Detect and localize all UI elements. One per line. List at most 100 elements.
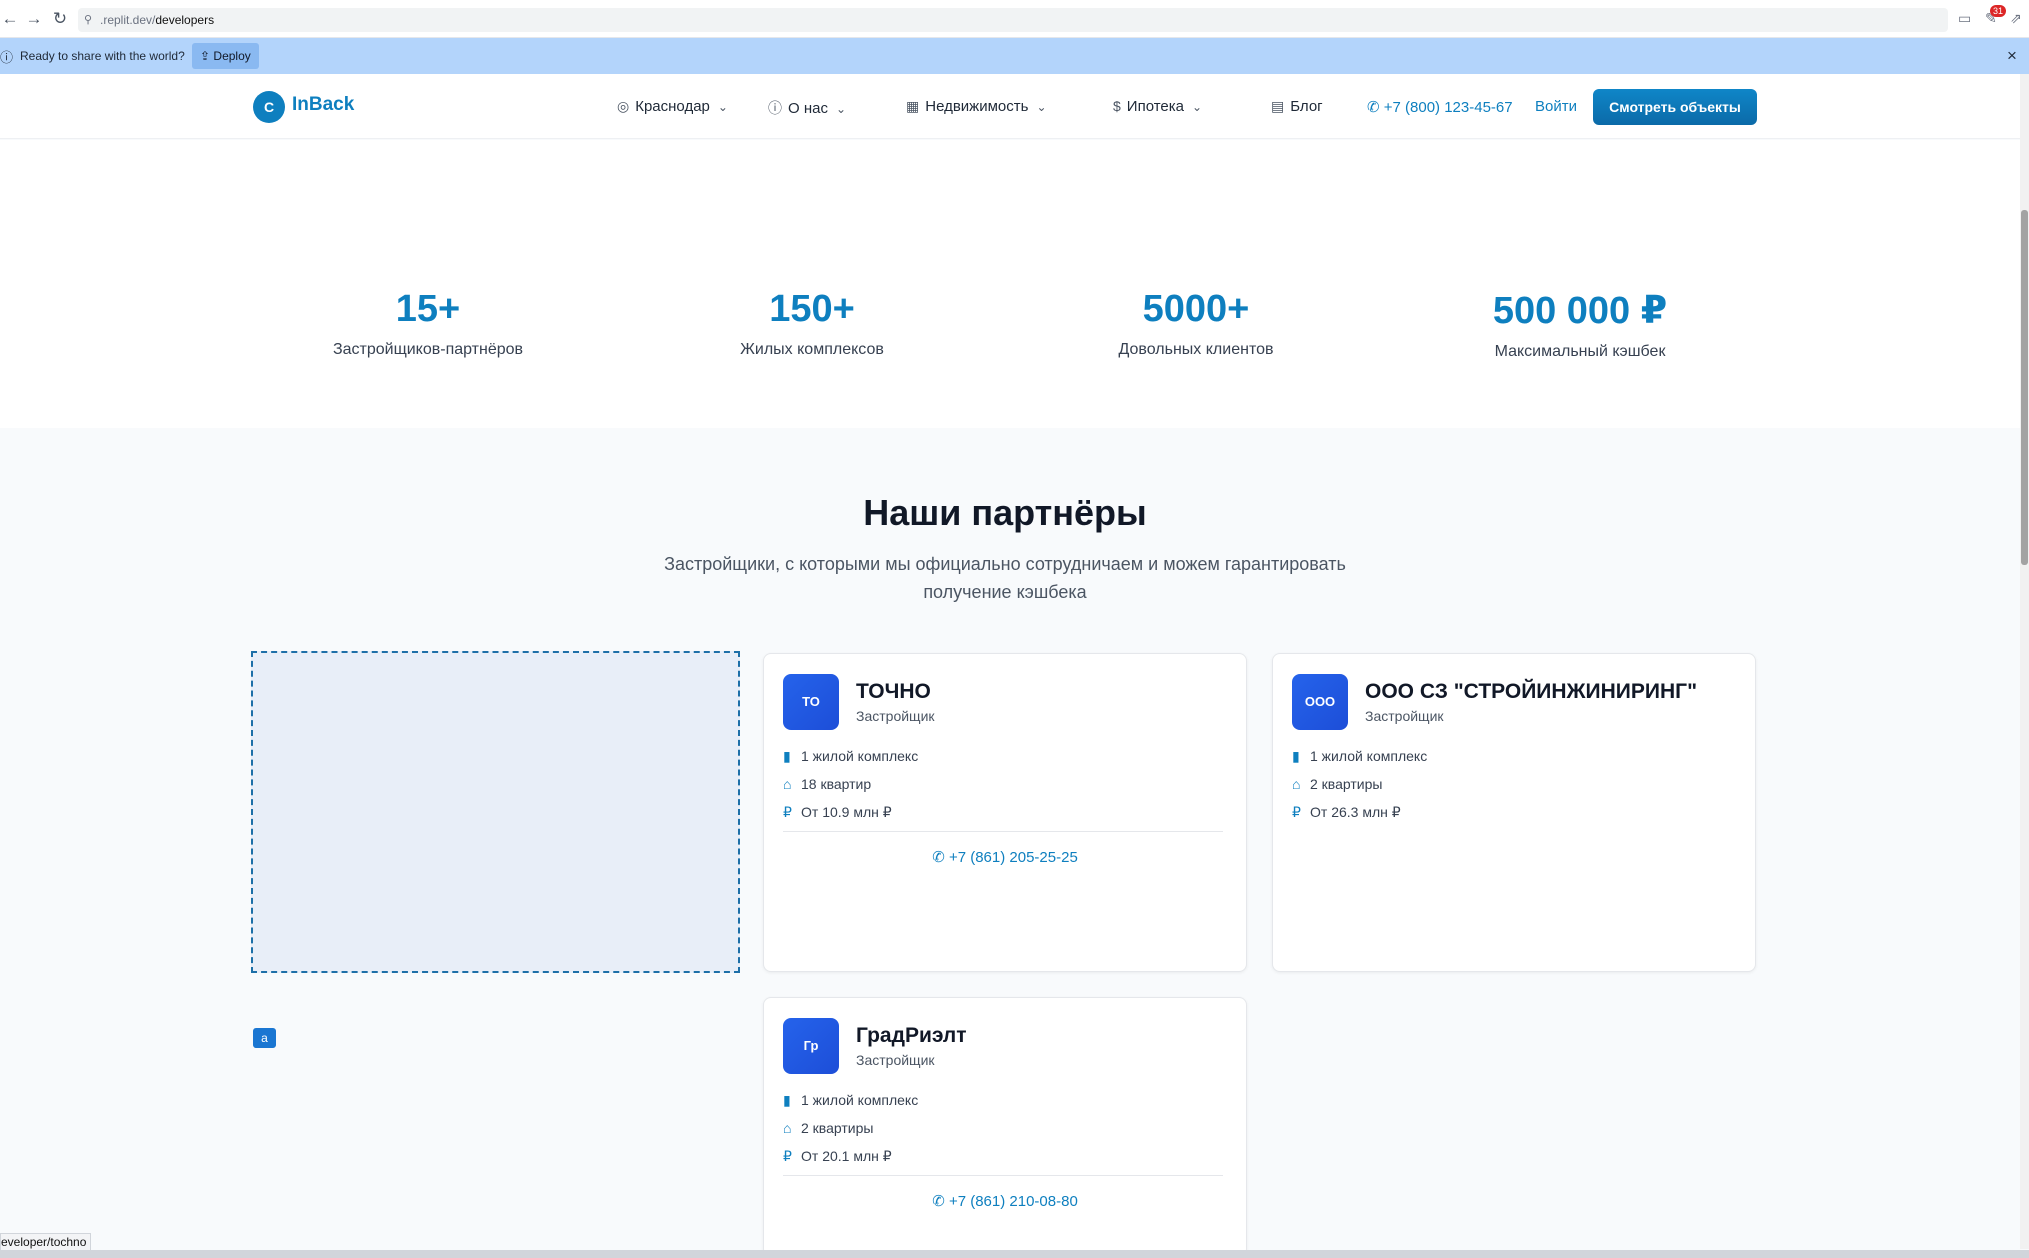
scrollbar-thumb[interactable] — [2021, 210, 2028, 565]
card-divider — [783, 1175, 1223, 1176]
partner-card[interactable]: Гр ГрадРиэлт Застройщик ▮ 1 жилой комплек… — [763, 997, 1247, 1257]
partner-complexes: ▮ 1 жилой комплекс — [1292, 748, 1427, 765]
deploy-label: Deploy — [213, 49, 251, 63]
site-info-icon[interactable]: ⚲ — [84, 8, 92, 32]
header-phone-number: +7 (800) 123-45-67 — [1383, 99, 1513, 116]
map-pin-icon: ◎ — [617, 98, 630, 114]
partner-flats: ⌂ 2 квартиры — [1292, 776, 1382, 792]
nav-mortgage[interactable]: $ Ипотека ⌄ — [1113, 98, 1202, 115]
partner-phone: +7 (861) 205-25-25 — [948, 849, 1078, 866]
dollar-icon: $ — [1113, 98, 1121, 114]
complexes-text: 1 жилой комплекс — [801, 748, 919, 764]
building-icon: ▮ — [1292, 748, 1300, 764]
partner-name[interactable]: ООО СЗ "СТРОЙИНЖИНИРИНГ" — [1365, 680, 1697, 704]
partner-price: ₽ От 10.9 млн ₽ — [783, 804, 892, 821]
partners-title: Наши партнёры — [863, 492, 1147, 533]
partners-subtitle: Застройщики, с которыми мы официально со… — [664, 554, 1346, 602]
partner-name[interactable]: ТОЧНО — [856, 680, 931, 704]
ruble-icon: ₽ — [783, 1148, 792, 1164]
partner-complexes: ▮ 1 жилой комплекс — [783, 748, 918, 765]
partner-avatar: ТО — [783, 674, 839, 730]
nav-mortgage-label: Ипотека — [1126, 98, 1184, 115]
complexes-text: 1 жилой комплекс — [801, 1092, 919, 1108]
chevron-down-icon: ⌄ — [1036, 100, 1047, 114]
back-icon[interactable]: ← — [0, 9, 20, 29]
deploy-notice-bar: ⓘ Ready to share with the world? ⇪ Deplo… — [0, 38, 2029, 74]
complexes-text: 1 жилой комплекс — [1310, 748, 1428, 764]
phone-icon: ✆ — [932, 1193, 945, 1210]
notice-text: Ready to share with the world? — [20, 49, 185, 63]
price-text: От 26.3 млн ₽ — [1310, 804, 1401, 820]
url-prefix: .replit.dev/ — [100, 13, 156, 27]
blog-icon: ▤ — [1271, 98, 1285, 114]
stat-item: 15+ Застройщиков-партнёров — [278, 288, 578, 359]
nav-blog-label: Блог — [1290, 98, 1323, 115]
chevron-down-icon: ⌄ — [835, 102, 847, 116]
url-path: developers — [155, 13, 215, 27]
nav-city-label: Краснодар — [635, 98, 710, 115]
partner-flats: ⌂ 18 квартир — [783, 776, 871, 792]
nav-realty[interactable]: ▦ Недвижимость ⌄ — [906, 98, 1047, 115]
stat-item: 500 000 ₽ Максимальный кэшбек — [1430, 288, 1730, 361]
stat-item: 150+ Жилых комплексов — [662, 288, 962, 359]
nav-realty-label: Недвижимость — [925, 98, 1029, 115]
partner-role: Застройщик — [1365, 708, 1444, 724]
building-icon: ▮ — [783, 748, 791, 764]
deploy-button[interactable]: ⇪ Deploy — [192, 43, 259, 69]
status-bar-url: eveloper/tochno — [0, 1233, 92, 1251]
price-text: От 20.1 млн ₽ — [801, 1148, 892, 1164]
cast-icon[interactable]: ▭ — [1958, 10, 1971, 27]
view-objects-button[interactable]: Смотреть объекты — [1593, 89, 1757, 125]
partner-card[interactable]: ООО ООО СЗ "СТРОЙИНЖИНИРИНГ" Застройщик … — [1272, 653, 1756, 972]
stat-value: 5000+ — [1142, 288, 1250, 330]
nav-about-label: О нас — [788, 100, 828, 117]
stat-value: 150+ — [769, 288, 855, 330]
home-icon: ⌂ — [1292, 776, 1301, 792]
ruble-icon: ₽ — [783, 804, 792, 820]
partner-price: ₽ От 26.3 млн ₽ — [1292, 804, 1401, 821]
nav-blog[interactable]: ▤ Блог — [1271, 98, 1323, 115]
browser-toolbar: ← → ↻ ⚲ .replit.dev/developers ▭ ✎ 31 ⇗ — [0, 0, 2029, 38]
partner-complexes: ▮ 1 жилой комплекс — [783, 1092, 918, 1109]
partner-price: ₽ От 20.1 млн ₽ — [783, 1148, 892, 1165]
logo-text[interactable]: InBack — [292, 94, 354, 116]
small-badge[interactable]: a — [253, 1028, 276, 1048]
flats-text: 18 квартир — [801, 776, 872, 792]
partner-avatar: ООО — [1292, 674, 1348, 730]
site-header: C InBack ◎ Краснодар ⌄ ⓘ О нас ⌄ ▦ Недвижимос… — [0, 74, 2020, 139]
drop-zone-placeholder[interactable] — [251, 651, 740, 973]
info-icon: ⓘ — [768, 100, 782, 116]
header-phone-link[interactable]: ✆ +7 (800) 123-45-67 — [1367, 98, 1513, 116]
logo-icon[interactable]: C — [253, 91, 285, 123]
chevron-down-icon: ⌄ — [717, 100, 728, 114]
reload-icon[interactable]: ↻ — [50, 9, 70, 29]
phone-icon: ✆ — [1367, 99, 1380, 116]
building-icon: ▦ — [906, 98, 920, 114]
ruble-icon: ₽ — [1292, 804, 1301, 820]
stat-label: Максимальный кэшбек — [1494, 343, 1666, 360]
flats-text: 2 квартиры — [801, 1120, 874, 1136]
forward-icon[interactable]: → — [24, 9, 44, 29]
stat-label: Довольных клиентов — [1118, 341, 1274, 358]
nav-city[interactable]: ◎ Краснодар ⌄ — [617, 98, 728, 115]
close-icon[interactable]: × — [2007, 46, 2017, 66]
partner-role: Застройщик — [856, 1052, 935, 1068]
phone-icon: ✆ — [932, 849, 945, 866]
open-external-icon[interactable]: ⇗ — [2010, 10, 2022, 27]
partner-card[interactable]: ТО ТОЧНО Застройщик ▮ 1 жилой комплекс ⌂ 1… — [763, 653, 1247, 972]
chevron-down-icon: ⌄ — [1192, 100, 1203, 114]
partner-phone-link[interactable]: ✆ +7 (861) 210-08-80 — [764, 1192, 1246, 1210]
flats-text: 2 квартиры — [1310, 776, 1383, 792]
login-link[interactable]: Войти — [1535, 98, 1577, 115]
address-bar[interactable]: ⚲ .replit.dev/developers — [78, 8, 1948, 32]
home-icon: ⌂ — [783, 1120, 792, 1136]
nav-about[interactable]: ⓘ О нас ⌄ — [768, 98, 846, 118]
partner-phone-link[interactable]: ✆ +7 (861) 205-25-25 — [764, 848, 1246, 866]
price-text: От 10.9 млн ₽ — [801, 804, 892, 820]
partner-name[interactable]: ГрадРиэлт — [856, 1024, 967, 1048]
info-icon: ⓘ — [0, 50, 14, 65]
stat-item: 5000+ Довольных клиентов — [1046, 288, 1346, 359]
extension-badge: 31 — [1990, 5, 2007, 17]
partner-phone: +7 (861) 210-08-80 — [948, 1193, 1078, 1210]
home-icon: ⌂ — [783, 776, 792, 792]
